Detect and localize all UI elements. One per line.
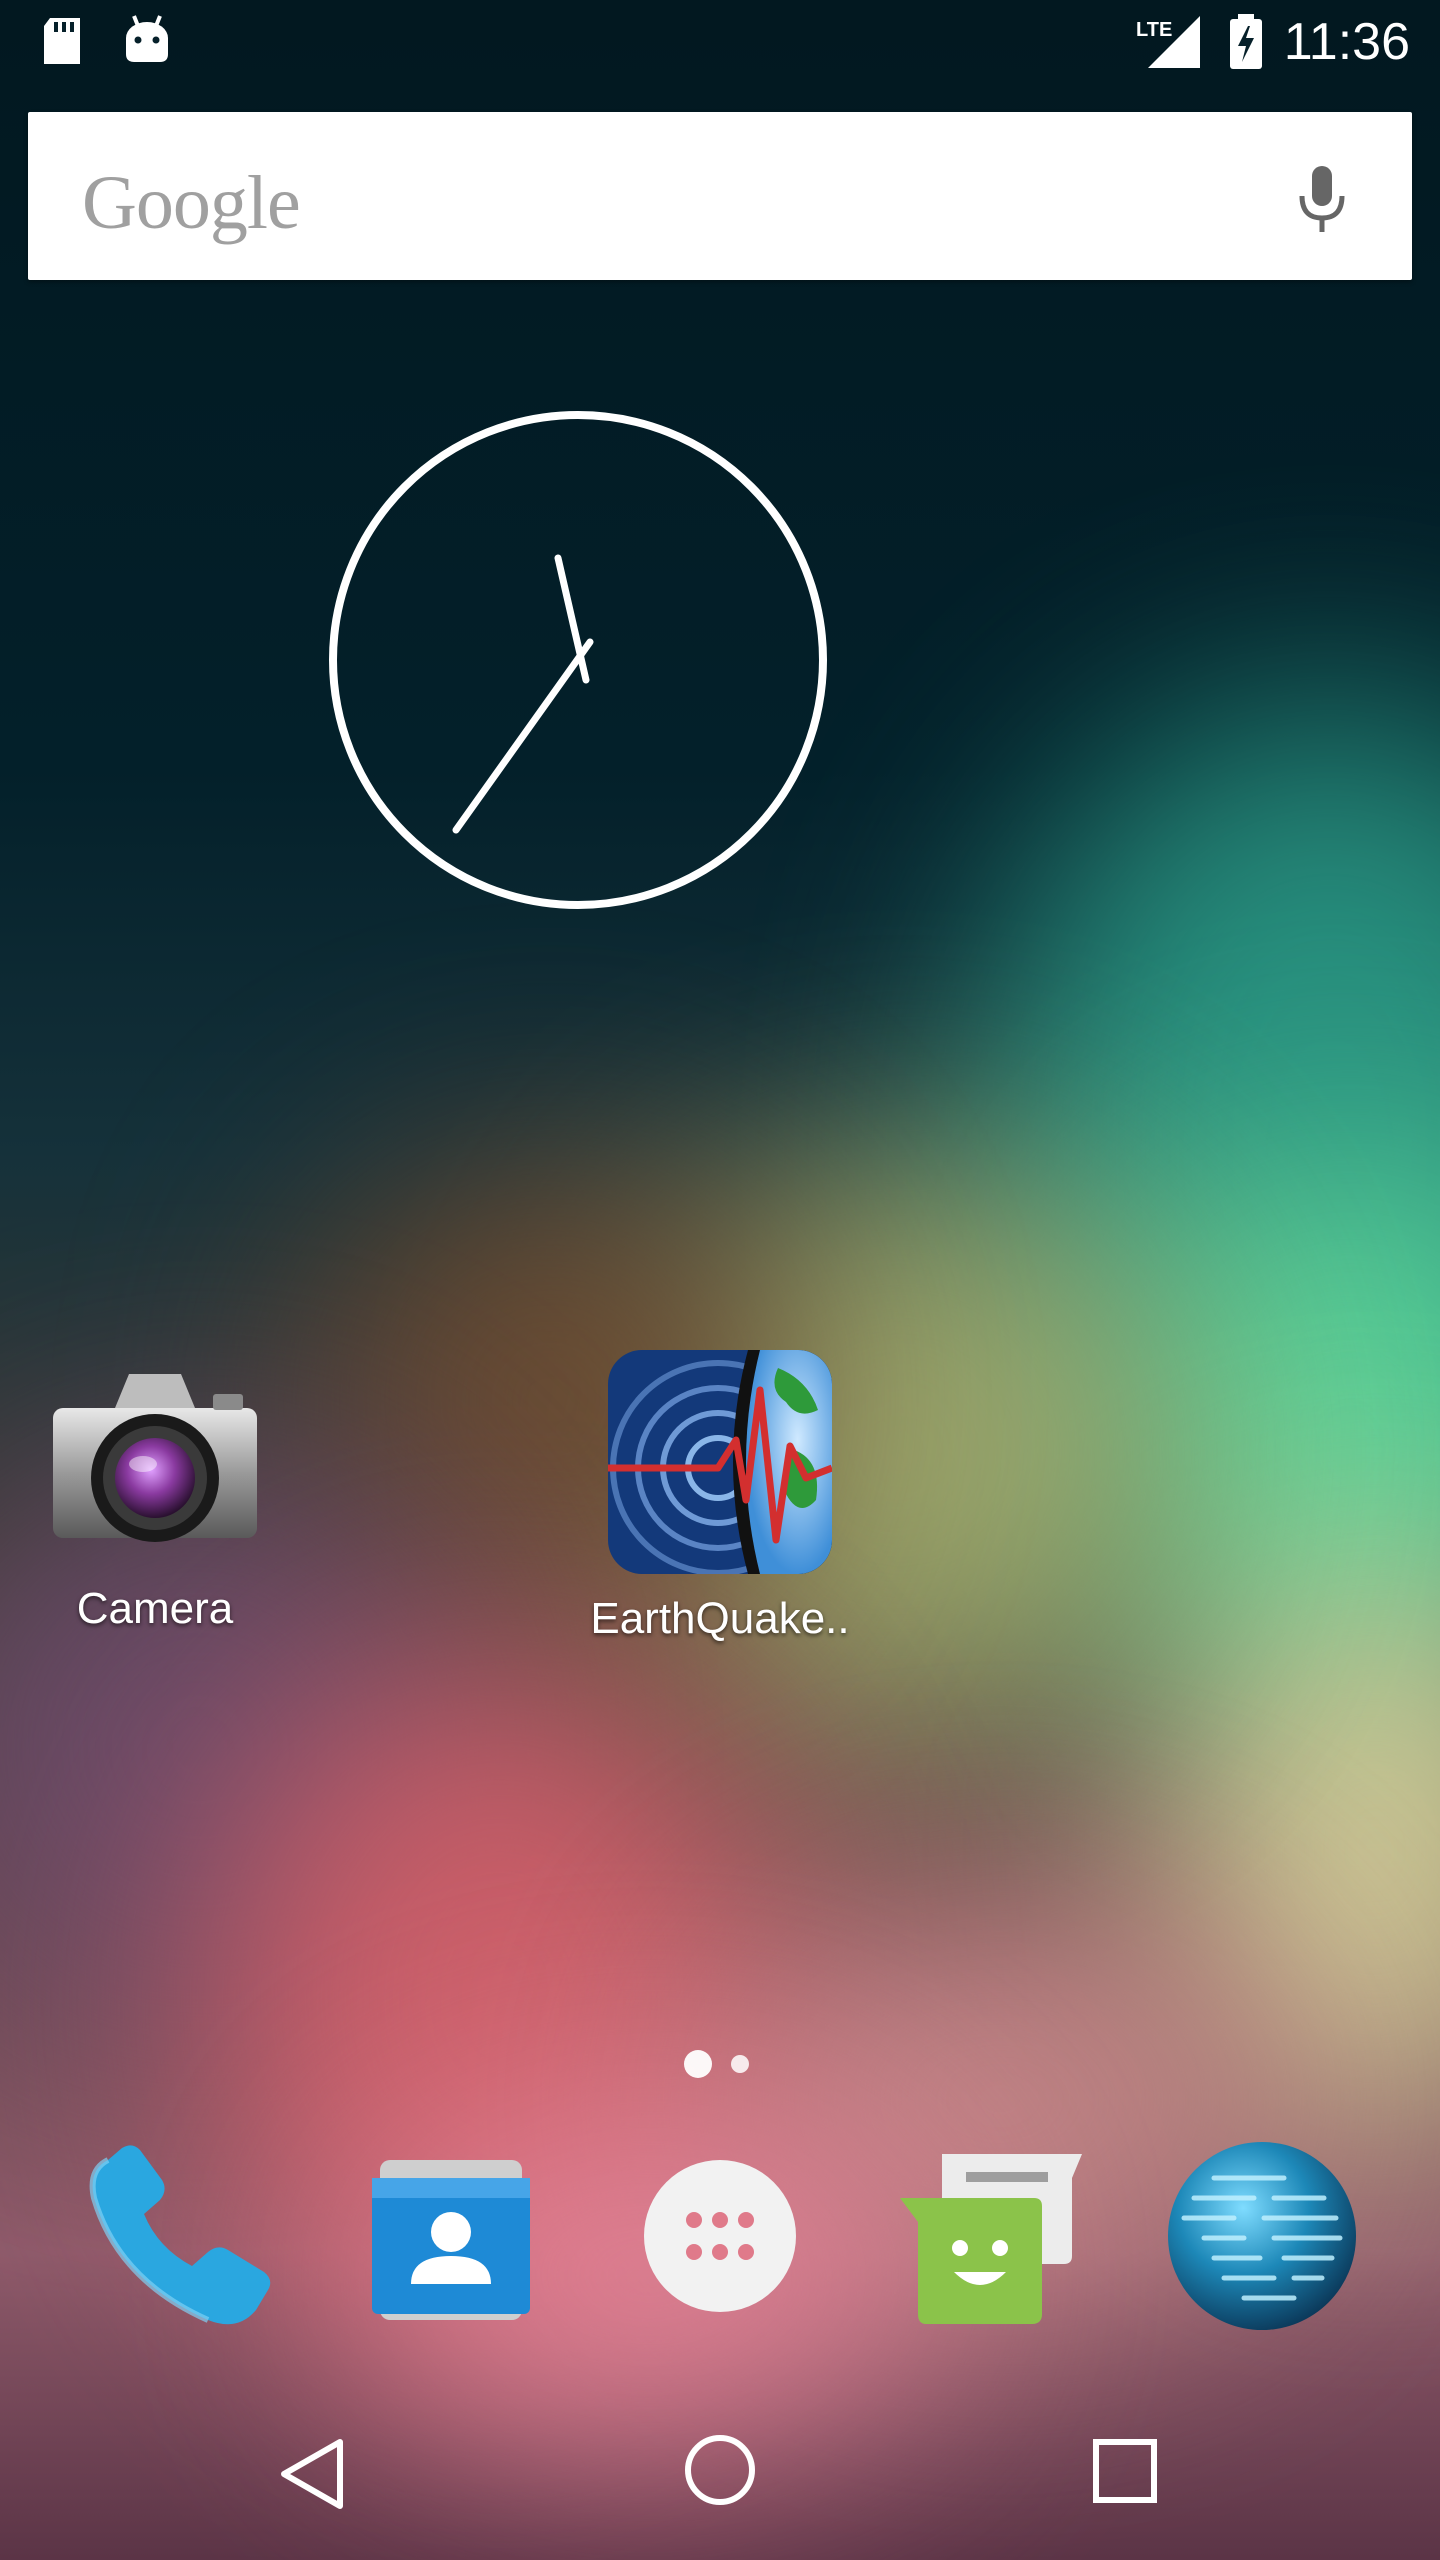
page-dot-active [684, 2050, 712, 2078]
home-icon[interactable] [682, 2432, 758, 2513]
earthquake-icon [608, 1350, 832, 1574]
page-dot [731, 2055, 749, 2073]
status-time: 11:36 [1283, 13, 1410, 71]
back-icon[interactable] [276, 2436, 352, 2517]
minute-hand [452, 638, 594, 834]
app-label: EarthQuake.. [590, 1594, 850, 1643]
google-logo: Google [82, 161, 301, 245]
battery-charging-icon [1228, 14, 1264, 75]
android-debug-icon [124, 14, 170, 69]
contacts-icon[interactable] [366, 2156, 536, 2331]
app-earthquake[interactable]: EarthQuake.. [580, 1350, 860, 1644]
svg-text:LTE: LTE [1136, 19, 1172, 41]
phone-icon[interactable] [78, 2140, 278, 2345]
mic-icon[interactable] [1294, 164, 1350, 239]
messaging-icon[interactable] [896, 2148, 1086, 2333]
app-drawer-icon[interactable] [642, 2158, 798, 2319]
lte-signal-icon: LTE [1136, 14, 1202, 75]
google-search-bar[interactable]: Google [28, 112, 1412, 280]
navigation-bar [0, 2380, 1440, 2560]
analog-clock-widget[interactable] [328, 410, 828, 910]
recents-icon[interactable] [1090, 2436, 1160, 2511]
globe-icon[interactable] [1164, 2138, 1360, 2339]
app-label: Camera [76, 1584, 234, 1633]
sd-card-icon [40, 16, 84, 71]
camera-icon [45, 1360, 265, 1560]
status-bar: LTE 11:36 [0, 0, 1440, 84]
page-indicator [678, 2046, 758, 2087]
app-camera[interactable]: Camera [30, 1360, 280, 1634]
